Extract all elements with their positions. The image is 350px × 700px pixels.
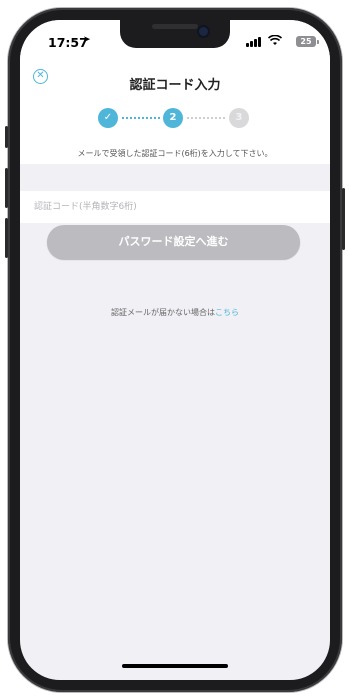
location-arrow-icon: ➤ bbox=[83, 35, 91, 45]
page-title: 認証コード入力 bbox=[129, 78, 221, 93]
help-message: 認証メールが届かない場合は bbox=[111, 308, 215, 317]
notch bbox=[120, 20, 230, 48]
volume-down-button bbox=[5, 218, 8, 258]
proceed-to-password-button[interactable]: パスワード設定へ進む bbox=[47, 225, 300, 259]
step-2-current: 2 bbox=[163, 108, 183, 128]
step-3-pending: 3 bbox=[229, 108, 249, 128]
step-connector-pending bbox=[187, 117, 225, 121]
status-time: 17:57 bbox=[48, 35, 88, 50]
home-indicator[interactable] bbox=[122, 664, 228, 668]
power-button bbox=[342, 188, 345, 250]
earpiece-speaker bbox=[152, 24, 198, 29]
battery-icon: 25 bbox=[296, 36, 319, 47]
screen: 17:57 ➤ 25 ✕ 認証コード入力 ✓ 2 3 メールで受領した認証コード… bbox=[20, 20, 330, 680]
front-camera bbox=[199, 27, 208, 36]
wifi-icon bbox=[267, 34, 283, 49]
help-link[interactable]: こちら bbox=[215, 308, 239, 317]
step-connector-completed bbox=[122, 117, 160, 121]
status-icons: 25 bbox=[226, 34, 319, 49]
step-1-complete-check-icon: ✓ bbox=[98, 108, 118, 128]
verification-code-input[interactable] bbox=[20, 191, 314, 223]
instruction-text: メールで受領した認証コード(6桁)を入力して下さい。 bbox=[77, 149, 273, 158]
side-button-left bbox=[5, 126, 8, 148]
code-input-row bbox=[20, 191, 330, 223]
cellular-signal-icon bbox=[246, 37, 262, 47]
volume-up-button bbox=[5, 168, 8, 208]
step-indicator: ✓ 2 3 bbox=[20, 108, 330, 134]
help-text: 認証メールが届かない場合はこちら bbox=[20, 307, 330, 318]
page-header: ✕ 認証コード入力 ✓ 2 3 メールで受領した認証コード(6桁)を入力して下さ… bbox=[20, 64, 330, 164]
